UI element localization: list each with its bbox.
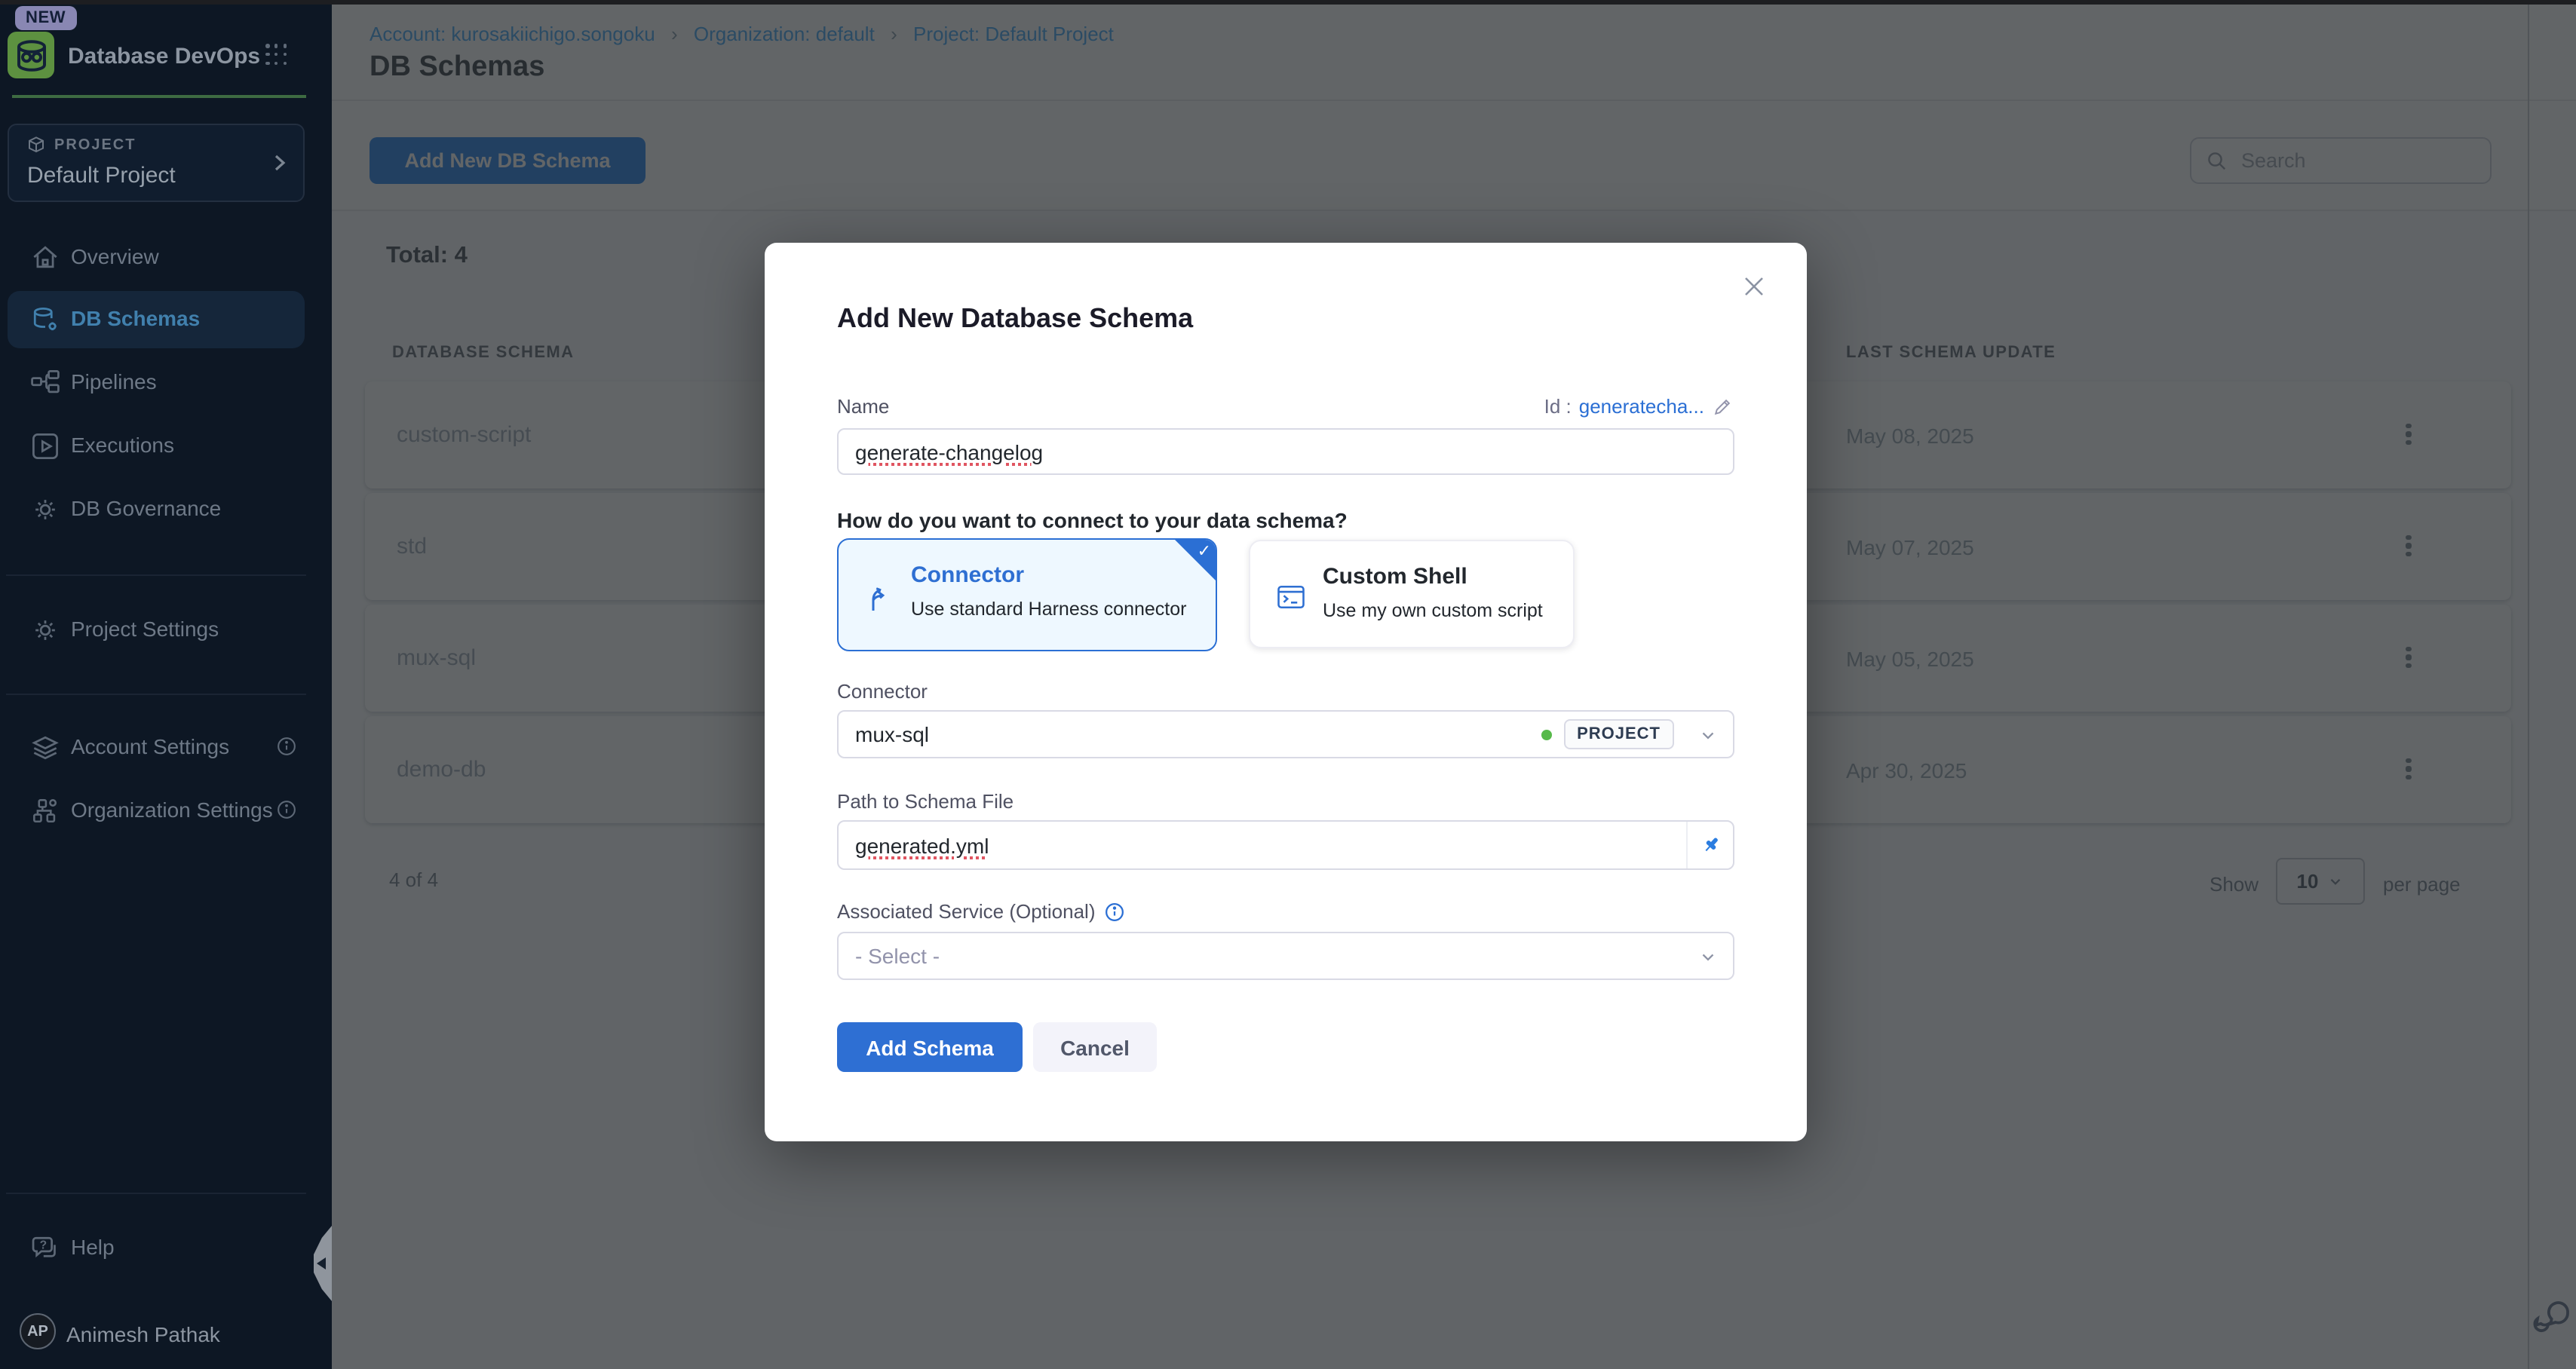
chevron-down-icon[interactable] bbox=[1698, 946, 1718, 966]
id-value-link[interactable]: generatecha... bbox=[1579, 395, 1704, 418]
pin-button[interactable] bbox=[1686, 822, 1733, 868]
sidebar-item-overview[interactable]: Overview bbox=[8, 229, 305, 286]
sidebar-item-account-settings[interactable]: Account Settings bbox=[8, 719, 305, 776]
edit-pencil-icon[interactable] bbox=[1712, 395, 1734, 418]
sidebar-item-project-settings[interactable]: Project Settings bbox=[8, 602, 305, 659]
path-label: Path to Schema File bbox=[837, 790, 1014, 813]
option-connector[interactable]: Connector Use standard Harness connector… bbox=[837, 538, 1217, 651]
module-grid-icon[interactable] bbox=[265, 44, 288, 66]
modal-title: Add New Database Schema bbox=[837, 303, 1193, 335]
project-selector-name: Default Project bbox=[27, 163, 176, 188]
help-chat-icon: ? bbox=[29, 1232, 62, 1265]
info-icon[interactable] bbox=[276, 799, 297, 820]
check-icon: ✓ bbox=[1198, 541, 1211, 561]
sidebar-item-help[interactable]: ? Help bbox=[8, 1220, 305, 1277]
service-label-row: Associated Service (Optional) bbox=[837, 900, 1126, 923]
app-title: Database DevOps bbox=[68, 44, 260, 69]
chevron-down-icon[interactable] bbox=[1698, 724, 1718, 744]
info-icon[interactable] bbox=[276, 736, 297, 757]
status-dot bbox=[1541, 729, 1551, 740]
project-selector-label: PROJECT bbox=[54, 137, 136, 154]
gear-icon bbox=[29, 614, 62, 647]
sidebar-item-organization-settings[interactable]: Organization Settings bbox=[8, 783, 305, 840]
connector-label: Connector bbox=[837, 680, 928, 703]
connector-branch-icon bbox=[863, 579, 894, 615]
sidebar-divider bbox=[6, 1193, 306, 1194]
option-custom-shell[interactable]: Custom Shell Use my own custom script bbox=[1249, 540, 1575, 648]
cancel-button[interactable]: Cancel bbox=[1033, 1022, 1157, 1072]
user-avatar[interactable]: AP bbox=[20, 1313, 56, 1349]
option-subtitle: Use my own custom script bbox=[1323, 600, 1543, 621]
cube-icon bbox=[27, 136, 45, 155]
collapse-arrow-icon bbox=[317, 1257, 326, 1269]
sidebar-item-executions[interactable]: Executions bbox=[8, 418, 305, 475]
pipelines-icon bbox=[29, 366, 62, 400]
option-subtitle: Use standard Harness connector bbox=[911, 599, 1186, 620]
sidebar-divider bbox=[6, 574, 306, 576]
sidebar-accent-divider bbox=[12, 95, 306, 98]
sidebar-item-pipelines[interactable]: Pipelines bbox=[8, 354, 305, 412]
info-icon[interactable] bbox=[1105, 901, 1126, 922]
layers-icon bbox=[29, 731, 62, 764]
add-schema-button[interactable]: Add Schema bbox=[837, 1022, 1023, 1072]
id-label: Id : bbox=[1544, 395, 1572, 418]
connect-question: How do you want to connect to your data … bbox=[837, 508, 1348, 532]
chevron-right-icon bbox=[267, 151, 291, 175]
sidebar-divider bbox=[6, 694, 306, 695]
database-devops-logo-icon[interactable] bbox=[8, 32, 54, 78]
add-schema-modal: Add New Database Schema Name Id : genera… bbox=[765, 243, 1807, 1141]
path-field[interactable]: generated.yml bbox=[837, 820, 1734, 870]
db-schema-icon bbox=[29, 303, 62, 336]
sidebar-item-db-governance[interactable]: DB Governance bbox=[8, 481, 305, 538]
id-row: Id : generatecha... bbox=[1544, 395, 1734, 418]
service-label: Associated Service (Optional) bbox=[837, 900, 1096, 923]
close-icon[interactable] bbox=[1737, 270, 1771, 303]
window-top-edge bbox=[0, 0, 2576, 5]
sidebar-item-db-schemas[interactable]: DB Schemas bbox=[8, 291, 305, 348]
sidebar: NEW Database DevOps PROJECT Default Proj… bbox=[0, 0, 332, 1369]
pin-icon bbox=[1699, 834, 1722, 856]
name-label: Name bbox=[837, 395, 889, 418]
home-icon bbox=[29, 241, 62, 274]
executions-icon bbox=[29, 430, 62, 463]
terminal-icon bbox=[1274, 580, 1308, 614]
app-root: NEW Database DevOps PROJECT Default Proj… bbox=[0, 0, 2576, 1369]
name-field[interactable]: generate-changelog bbox=[837, 428, 1734, 475]
support-chat-icon[interactable] bbox=[2531, 1297, 2573, 1339]
scope-badge: PROJECT bbox=[1563, 719, 1674, 749]
service-select[interactable]: - Select - bbox=[837, 932, 1734, 980]
new-badge: NEW bbox=[15, 6, 76, 30]
option-title: Custom Shell bbox=[1323, 564, 1467, 590]
governance-gear-icon bbox=[29, 493, 62, 526]
svg-text:?: ? bbox=[40, 1239, 48, 1252]
option-title: Connector bbox=[911, 562, 1024, 588]
connector-field[interactable]: mux-sql PROJECT bbox=[837, 710, 1734, 758]
project-selector[interactable]: PROJECT Default Project bbox=[8, 124, 305, 202]
user-name[interactable]: Animesh Pathak bbox=[66, 1322, 220, 1346]
org-chart-icon bbox=[29, 795, 62, 828]
